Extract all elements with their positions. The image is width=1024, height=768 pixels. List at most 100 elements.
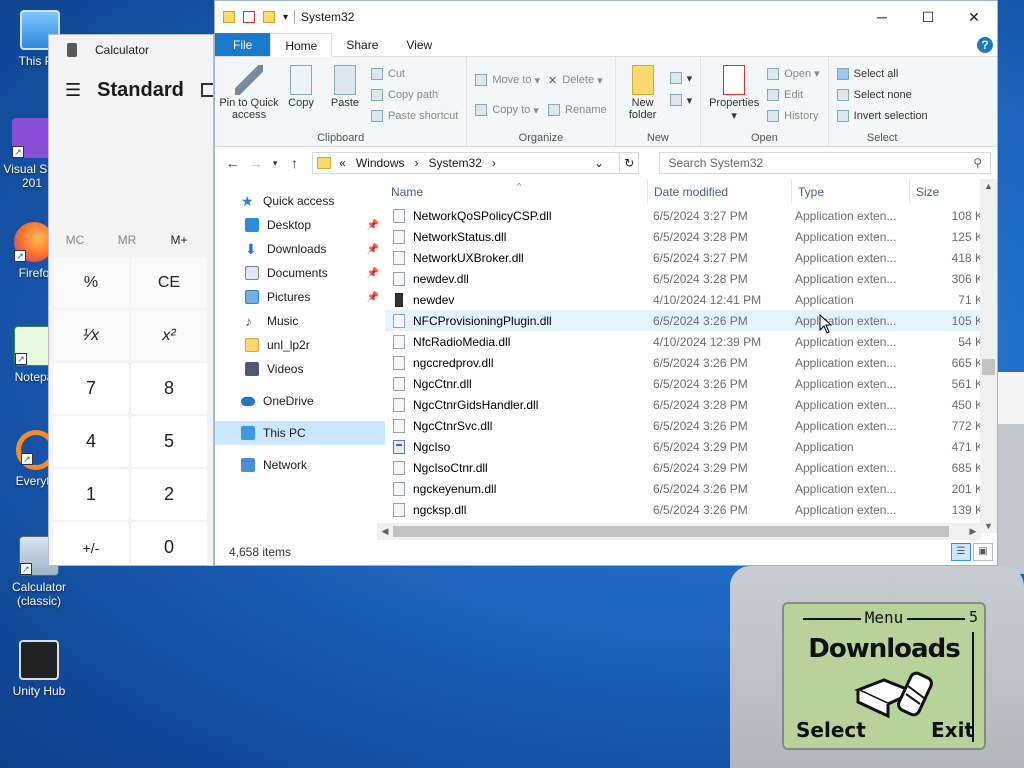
recent-locations-chevron-icon[interactable]: ▾ [267, 158, 282, 169]
table-row[interactable]: NgcCtnrGidsHandler.dll 6/5/2024 3:28 PM Ap… [385, 394, 997, 415]
horizontal-scrollbar[interactable]: ◀ ▶ [377, 523, 981, 540]
memory-add-button[interactable]: M+ [153, 225, 205, 255]
back-arrow-icon[interactable]: ← [221, 155, 244, 171]
breadcrumb-windows[interactable]: Windows [356, 156, 405, 170]
nav-desktop[interactable]: Desktop 📌 [215, 213, 385, 237]
move-to-button[interactable]: Move to ▾ [475, 69, 540, 91]
hamburger-menu-icon[interactable]: ☰ [65, 80, 81, 101]
invert-selection-button[interactable]: Invert selection [836, 105, 928, 126]
up-arrow-icon[interactable]: ↑ [283, 155, 306, 171]
clear-entry-button[interactable]: CE [131, 257, 207, 308]
new-folder-button[interactable]: New folder [620, 61, 666, 128]
table-row[interactable]: newdev.dll 6/5/2024 3:28 PM Application ex… [385, 268, 997, 289]
breadcrumb-system32[interactable]: System32 [429, 156, 482, 170]
table-row[interactable]: NetworkQoSPolicyCSP.dll 6/5/2024 3:27 PM A… [385, 205, 997, 226]
properties-button[interactable]: Properties ▾ [705, 61, 763, 128]
nav-this-pc[interactable]: This PC [215, 421, 385, 445]
table-row[interactable]: ngckeyenum.dll 6/5/2024 3:26 PM Applicatio… [385, 478, 997, 499]
reciprocal-button[interactable]: ¹⁄x [53, 310, 129, 361]
details-view-icon[interactable]: ☰ [951, 543, 971, 561]
select-none-button[interactable]: Select none [836, 84, 928, 105]
vertical-scroll-thumb[interactable] [982, 359, 995, 375]
table-row[interactable]: ngcksp.dll 6/5/2024 3:26 PM Application ex… [385, 499, 997, 520]
search-input[interactable]: Search System32 ⚲ [659, 152, 991, 174]
nav-unl-lp2r[interactable]: unl_lp2r [215, 333, 385, 357]
copy-button[interactable]: Copy [279, 61, 323, 128]
scroll-left-arrow-icon[interactable]: ◀ [377, 523, 393, 540]
digit-0-button[interactable]: 0 [131, 522, 207, 565]
help-icon[interactable]: ? [977, 37, 993, 53]
table-row[interactable]: NfcRadioMedia.dll 4/10/2024 12:39 PM Appli… [385, 331, 997, 352]
calculator-window[interactable]: Calculator ☰ Standard MC MR M+ % CE ¹⁄x … [48, 34, 214, 566]
new-item-icon[interactable]: ▾ [669, 67, 692, 89]
negate-button[interactable]: +/- [53, 522, 129, 565]
scroll-down-arrow-icon[interactable]: ▼ [980, 521, 997, 531]
forward-arrow-icon[interactable]: → [244, 155, 267, 171]
copy-to-button[interactable]: Copy to ▾ [475, 99, 540, 121]
close-button[interactable]: ✕ [951, 1, 997, 33]
open-button[interactable]: Open ▾ [767, 63, 820, 84]
nav-downloads[interactable]: ⬇ Downloads 📌 [215, 237, 385, 261]
table-row[interactable]: newdev 4/10/2024 12:41 PM Application 71 KB [385, 289, 997, 310]
breadcrumb-overflow[interactable]: « [339, 156, 346, 170]
table-row[interactable]: NgcIsoCtnr.dll 6/5/2024 3:29 PM Applicatio… [385, 457, 997, 478]
refresh-icon[interactable]: ↻ [620, 152, 640, 174]
easy-access-icon[interactable]: ▾ [669, 89, 692, 111]
desktop-icon-unity-hub[interactable]: Unity Hub [7, 640, 71, 698]
nav-quick-access[interactable]: ★ Quick access [215, 189, 385, 213]
minimize-button[interactable]: ─ [859, 1, 905, 33]
digit-4-button[interactable]: 4 [53, 416, 129, 467]
phone-select-softkey[interactable]: Select [796, 718, 866, 742]
column-header-date[interactable]: Date modified [647, 179, 791, 204]
table-row[interactable]: NetworkStatus.dll 6/5/2024 3:28 PM Applica… [385, 226, 997, 247]
nav-onedrive[interactable]: OneDrive [215, 389, 385, 413]
memory-recall-button[interactable]: MR [101, 225, 153, 255]
pin-to-quick-access-button[interactable]: Pin to Quick access [219, 61, 279, 128]
phone-exit-softkey[interactable]: Exit [931, 718, 974, 742]
address-dropdown-icon[interactable]: ⌄ [589, 156, 609, 170]
paste-button[interactable]: Paste [323, 61, 367, 128]
scroll-right-arrow-icon[interactable]: ▶ [965, 523, 981, 540]
table-row[interactable]: NgcCtnrSvc.dll 6/5/2024 3:26 PM Applicatio… [385, 415, 997, 436]
large-icons-view-icon[interactable]: ▣ [973, 543, 993, 561]
vertical-scrollbar[interactable]: ▲ ▼ [980, 179, 997, 533]
new-folder-quick-icon[interactable] [263, 11, 275, 23]
table-row[interactable]: NFCProvisioningPlugin.dll 6/5/2024 3:26 P… [385, 310, 997, 331]
explorer-titlebar[interactable]: ▾ System32 ─ ☐ ✕ [215, 1, 997, 33]
digit-1-button[interactable]: 1 [53, 469, 129, 520]
square-button[interactable]: x² [131, 310, 207, 361]
digit-2-button[interactable]: 2 [131, 469, 207, 520]
table-row[interactable]: NetworkUXBroker.dll 6/5/2024 3:27 PM Appli… [385, 247, 997, 268]
nav-pictures[interactable]: Pictures 📌 [215, 285, 385, 309]
memory-clear-button[interactable]: MC [49, 225, 101, 255]
select-all-button[interactable]: Select all [836, 63, 928, 84]
delete-button[interactable]: ✕ Delete ▾ [548, 69, 607, 91]
breadcrumb-separator[interactable]: › [415, 156, 419, 170]
digit-8-button[interactable]: 8 [131, 363, 207, 414]
table-row[interactable]: ngccredprov.dll 6/5/2024 3:26 PM Applicati… [385, 352, 997, 373]
nav-videos[interactable]: Videos [215, 357, 385, 381]
address-bar[interactable]: « Windows › System32 › ⌄ [312, 152, 621, 174]
nokia-phone-widget[interactable]: Menu 5 Downloads Select Exit [730, 566, 1024, 768]
tab-view[interactable]: View [392, 33, 446, 56]
copy-path-button[interactable]: Copy path [371, 84, 458, 105]
column-header-type[interactable]: Type [791, 179, 909, 204]
rename-button[interactable]: Rename [548, 99, 607, 121]
edit-button[interactable]: Edit [767, 84, 820, 105]
maximize-button[interactable]: ☐ [905, 1, 951, 33]
tab-share[interactable]: Share [332, 33, 392, 56]
paste-shortcut-button[interactable]: Paste shortcut [371, 105, 458, 126]
tab-file[interactable]: File [215, 33, 271, 56]
breadcrumb-separator[interactable]: › [492, 156, 496, 170]
calculator-titlebar[interactable]: Calculator [49, 35, 213, 65]
customize-quick-access-icon[interactable]: ▾ [283, 12, 288, 23]
scroll-up-arrow-icon[interactable]: ▲ [980, 181, 997, 191]
keep-on-top-icon[interactable] [201, 83, 213, 97]
history-button[interactable]: History [767, 105, 820, 126]
digit-5-button[interactable]: 5 [131, 416, 207, 467]
percent-button[interactable]: % [53, 257, 129, 308]
tab-home[interactable]: Home [270, 33, 333, 57]
horizontal-scroll-thumb[interactable] [393, 526, 949, 537]
nav-music[interactable]: ♪ Music [215, 309, 385, 333]
properties-quick-icon[interactable] [243, 11, 255, 23]
